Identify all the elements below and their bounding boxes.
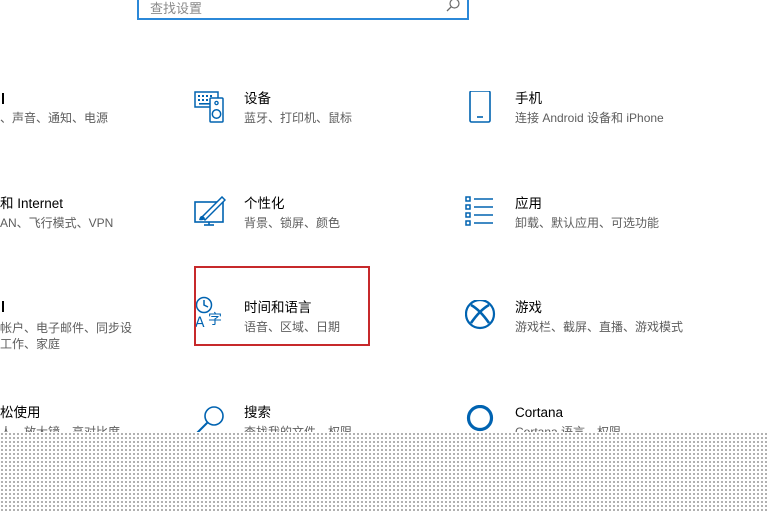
search-input[interactable]: 查找设置 [137, 0, 469, 20]
tile-desc: 工作、家庭 [0, 337, 61, 351]
tile-desc: 蓝牙、打印机、鼠标 [244, 111, 353, 125]
tile-title: 搜索 [244, 405, 271, 420]
dotted-overlay [0, 432, 767, 512]
xbox-icon [465, 300, 496, 330]
settings-tile-gaming[interactable]: 游戏 游戏栏、截屏、直播、游戏模式 [465, 300, 705, 340]
tile-title: Cortana [515, 405, 564, 420]
phone-icon [469, 91, 491, 123]
paint-monitor-icon [194, 196, 226, 226]
tile-title: 个性化 [244, 196, 285, 211]
tile-desc: 帐户、电子邮件、同步设 [0, 321, 133, 335]
search-icon [446, 0, 460, 12]
tile-desc: 连接 Android 设备和 iPhone [515, 111, 664, 125]
settings-tile-devices[interactable]: 设备 蓝牙、打印机、鼠标 [194, 91, 394, 131]
tile-desc: 、声音、通知、电源 [0, 111, 109, 125]
title-fragment [0, 93, 4, 104]
settings-tile-phone[interactable]: 手机 连接 Android 设备和 iPhone [465, 91, 705, 131]
highlight-box [194, 266, 370, 346]
tile-desc: 背景、锁屏、颜色 [244, 216, 341, 230]
tile-desc: 游戏栏、截屏、直播、游戏模式 [515, 320, 684, 334]
settings-tile-apps[interactable]: 应用 卸载、默认应用、可选功能 [465, 196, 705, 236]
tile-desc: AN、飞行模式、VPN [0, 216, 114, 230]
tile-title: 松使用 [0, 405, 41, 420]
tile-title: 应用 [515, 196, 542, 211]
tile-title: 设备 [244, 91, 271, 106]
title-fragment [0, 301, 4, 312]
keyboard-speaker-icon [194, 91, 224, 123]
tile-title: 和 Internet [0, 196, 64, 211]
tile-title: 手机 [515, 91, 542, 106]
tile-desc: 卸载、默认应用、可选功能 [515, 216, 660, 230]
apps-list-icon [465, 196, 493, 226]
search-placeholder: 查找设置 [150, 1, 203, 16]
settings-tile-personalization[interactable]: 个性化 背景、锁屏、颜色 [194, 196, 394, 236]
tile-title: 游戏 [515, 300, 542, 315]
